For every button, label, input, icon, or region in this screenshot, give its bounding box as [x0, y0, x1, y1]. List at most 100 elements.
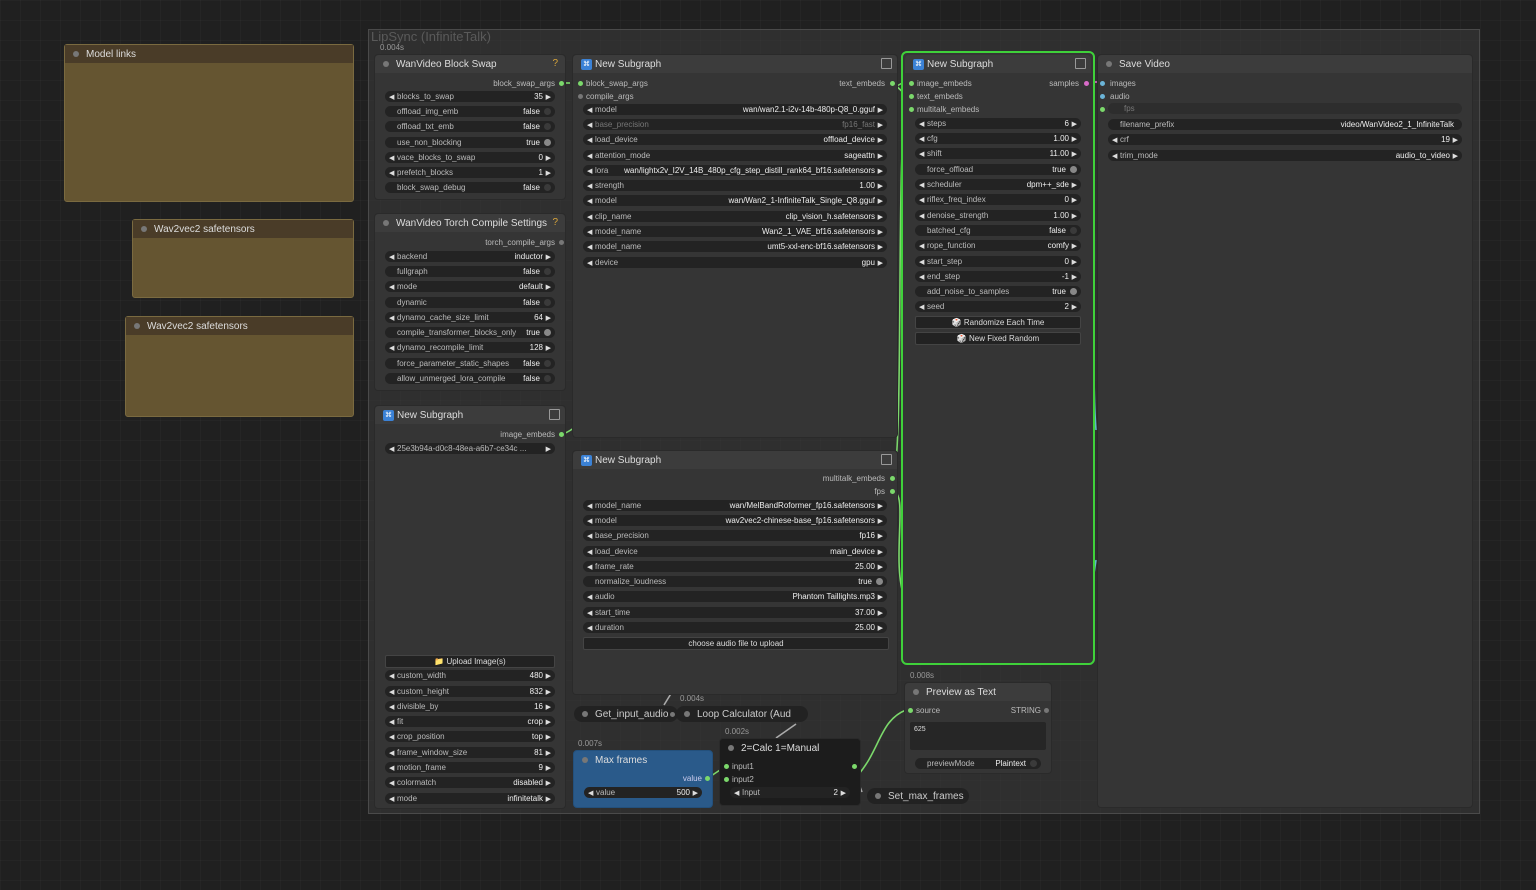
widget-preview-mode[interactable]: previewMode Plaintext	[915, 758, 1041, 769]
output-dot[interactable]	[890, 81, 895, 86]
widget-compile-blocks-only[interactable]: compile_transformer_blocks_only true	[385, 327, 555, 338]
widget-riflex-freq-index[interactable]: ◀ riflex_freq_index 0 ▶	[915, 194, 1081, 205]
widget-scheduler[interactable]: ◀ scheduler dpm++_sde ▶	[915, 179, 1081, 190]
widget-base-precision[interactable]: ◀ base_precision fp16 ▶	[583, 530, 887, 541]
widget-offload-txt-emb[interactable]: offload_txt_emb false	[385, 121, 555, 132]
node-save-video[interactable]: Save Video images audio fps filename_pre…	[1097, 54, 1473, 808]
expand-subgraph-icon[interactable]	[1075, 58, 1086, 69]
collapse-dot-icon[interactable]	[913, 689, 919, 695]
widget-rope-function[interactable]: ◀ rope_function comfy ▶	[915, 240, 1081, 251]
widget-device[interactable]: ◀ device gpu ▶	[583, 257, 887, 268]
expand-subgraph-icon[interactable]	[881, 454, 892, 465]
output-dot[interactable]	[890, 489, 895, 494]
output-dot[interactable]	[705, 776, 710, 781]
widget-vae-model-name[interactable]: ◀ model_name Wan2_1_VAE_bf16.safetensors ▶	[583, 226, 887, 237]
node-subgraph-image[interactable]: ⌘ New Subgraph image_embeds ◀ 25e3b94a-d0c…	[374, 405, 566, 809]
widget-custom-height[interactable]: ◀ custom_height 832 ▶	[385, 686, 555, 697]
widget-motion-frame[interactable]: ◀ motion_frame 9 ▶	[385, 762, 555, 773]
randomize-each-time-button[interactable]: 🎲 Randomize Each Time	[915, 316, 1081, 329]
widget-mode[interactable]: ◀ mode infinitetalk ▶	[385, 793, 555, 804]
widget-frame-window-size[interactable]: ◀ frame_window_size 81 ▶	[385, 747, 555, 758]
output-dot[interactable]	[1044, 708, 1049, 713]
widget-block-swap-debug[interactable]: block_swap_debug false	[385, 182, 555, 193]
widget-batched-cfg[interactable]: batched_cfg false	[915, 225, 1081, 236]
input-dot[interactable]	[909, 81, 914, 86]
widget-strength[interactable]: ◀ strength 1.00 ▶	[583, 180, 887, 191]
output-dot[interactable]	[670, 712, 675, 717]
output-dot[interactable]	[559, 432, 564, 437]
node-subgraph-audio[interactable]: ⌘ New Subgraph multitalk_embeds fps ◀ mode…	[572, 450, 898, 695]
node-get-input-audio[interactable]: Get_input_audio	[574, 706, 678, 722]
widget-divisible-by[interactable]: ◀ divisible_by 16 ▶	[385, 701, 555, 712]
widget-load-device[interactable]: ◀ load_device offload_device ▶	[583, 134, 887, 145]
collapse-dot-icon[interactable]	[582, 757, 588, 763]
widget-dynamo-recompile[interactable]: ◀ dynamo_recompile_limit 128 ▶	[385, 342, 555, 353]
widget-start-step[interactable]: ◀ start_step 0 ▶	[915, 256, 1081, 267]
widget-vace-blocks[interactable]: ◀ vace_blocks_to_swap 0 ▶	[385, 152, 555, 163]
node-preview-as-text[interactable]: Preview as Text source STRING 625 previe…	[904, 682, 1052, 774]
widget-force-offload[interactable]: force_offload true	[915, 164, 1081, 175]
note-wav2vec2-2[interactable]: Wav2vec2 safetensors	[125, 316, 354, 417]
widget-crf[interactable]: ◀ crf 19 ▶	[1108, 134, 1462, 145]
widget-clip-name[interactable]: ◀ clip_name clip_vision_h.safetensors ▶	[583, 211, 887, 222]
widget-end-step[interactable]: ◀ end_step -1 ▶	[915, 271, 1081, 282]
collapse-dot-icon[interactable]	[383, 220, 389, 226]
widget-force-static-shapes[interactable]: force_parameter_static_shapes false	[385, 358, 555, 369]
input-dot[interactable]	[1100, 107, 1105, 112]
node-loop-calculator[interactable]: Loop Calculator (Aud	[676, 706, 808, 722]
widget-offload-img-emb[interactable]: offload_img_emb false	[385, 106, 555, 117]
widget-input[interactable]: ◀ Input 2 ▶	[730, 787, 850, 798]
widget-trim-mode[interactable]: ◀ trim_mode audio_to_video ▶	[1108, 150, 1462, 161]
new-fixed-random-button[interactable]: 🎲 New Fixed Random	[915, 332, 1081, 345]
widget-colormatch[interactable]: ◀ colormatch disabled ▶	[385, 777, 555, 788]
widget-value[interactable]: ◀ value 500 ▶	[584, 787, 702, 798]
input-dot[interactable]	[578, 81, 583, 86]
node-subgraph-sampler[interactable]: ⌘ New Subgraph image_embeds text_embeds m…	[901, 51, 1095, 665]
input-dot[interactable]	[724, 764, 729, 769]
node-subgraph-model[interactable]: ⌘ New Subgraph block_swap_args compile_ar…	[572, 54, 898, 438]
input-dot[interactable]	[578, 94, 583, 99]
widget-model[interactable]: ◀ model wan/wan2.1-i2v-14b-480p-Q8_0.gguf ▶	[583, 104, 887, 115]
widget-dynamo-cache[interactable]: ◀ dynamo_cache_size_limit 64 ▶	[385, 312, 555, 323]
note-model-links[interactable]: Model links	[64, 44, 354, 202]
widget-attention-mode[interactable]: ◀ attention_mode sageattn ▶	[583, 150, 887, 161]
widget-lora[interactable]: ◀ lora wan/lightx2v_I2V_14B_480p_cfg_step_…	[583, 165, 887, 176]
widget-fps[interactable]: fps	[1108, 103, 1462, 114]
output-dot[interactable]	[1084, 81, 1089, 86]
widget-allow-unmerged-lora[interactable]: allow_unmerged_lora_compile false	[385, 373, 555, 384]
collapse-dot-icon[interactable]	[141, 226, 147, 232]
input-dot[interactable]	[909, 107, 914, 112]
widget-model-infinitetalk[interactable]: ◀ model wan/Wan2_1-InfiniteTalk_Single_Q8.…	[583, 195, 887, 206]
node-calc-manual[interactable]: 2=Calc 1=Manual input1 input2 ◀ Input 2 ▶	[719, 738, 861, 806]
widget-blocks-to-swap[interactable]: ◀ blocks_to_swap 35 ▶	[385, 91, 555, 102]
widget-dynamic[interactable]: dynamic false	[385, 297, 555, 308]
widget-add-noise-to-samples[interactable]: add_noise_to_samples true	[915, 286, 1081, 297]
collapse-dot-icon[interactable]	[134, 323, 140, 329]
widget-text-encoder-model-name[interactable]: ◀ model_name umt5-xxl-enc-bf16.safetensors…	[583, 241, 887, 252]
choose-audio-button[interactable]: choose audio file to upload	[583, 637, 889, 650]
output-dot[interactable]	[559, 240, 564, 245]
widget-custom-width[interactable]: ◀ custom_width 480 ▶	[385, 670, 555, 681]
input-dot[interactable]	[724, 777, 729, 782]
node-block-swap[interactable]: WanVideo Block Swap? block_swap_args ◀ bl…	[374, 54, 566, 200]
widget-crop-position[interactable]: ◀ crop_position top ▶	[385, 731, 555, 742]
widget-fullgraph[interactable]: fullgraph false	[385, 266, 555, 277]
note-wav2vec2-1[interactable]: Wav2vec2 safetensors	[132, 219, 354, 298]
input-dot[interactable]	[909, 94, 914, 99]
widget-normalize-loudness[interactable]: normalize_loudness true	[583, 576, 887, 587]
output-dot[interactable]	[559, 81, 564, 86]
node-max-frames[interactable]: Max frames value ◀ value 500 ▶	[573, 750, 713, 808]
node-torch-compile[interactable]: WanVideo Torch Compile Settings? torch_c…	[374, 213, 566, 391]
input-dot[interactable]	[1100, 94, 1105, 99]
widget-frame-rate[interactable]: ◀ frame_rate 25.00 ▶	[583, 561, 887, 572]
widget-steps[interactable]: ◀ steps 6 ▶	[915, 118, 1081, 129]
widget-start-time[interactable]: ◀ start_time 37.00 ▶	[583, 607, 887, 618]
output-dot[interactable]	[852, 764, 857, 769]
widget-image[interactable]: ◀ 25e3b94a-d0c8-48ea-a6b7-ce34c ... ▶	[385, 443, 555, 454]
widget-backend[interactable]: ◀ backend inductor ▶	[385, 251, 555, 262]
widget-load-device[interactable]: ◀ load_device main_device ▶	[583, 546, 887, 557]
widget-shift[interactable]: ◀ shift 11.00 ▶	[915, 148, 1081, 159]
collapse-dot-icon[interactable]	[728, 745, 734, 751]
widget-cfg[interactable]: ◀ cfg 1.00 ▶	[915, 133, 1081, 144]
help-icon[interactable]: ?	[552, 217, 558, 228]
